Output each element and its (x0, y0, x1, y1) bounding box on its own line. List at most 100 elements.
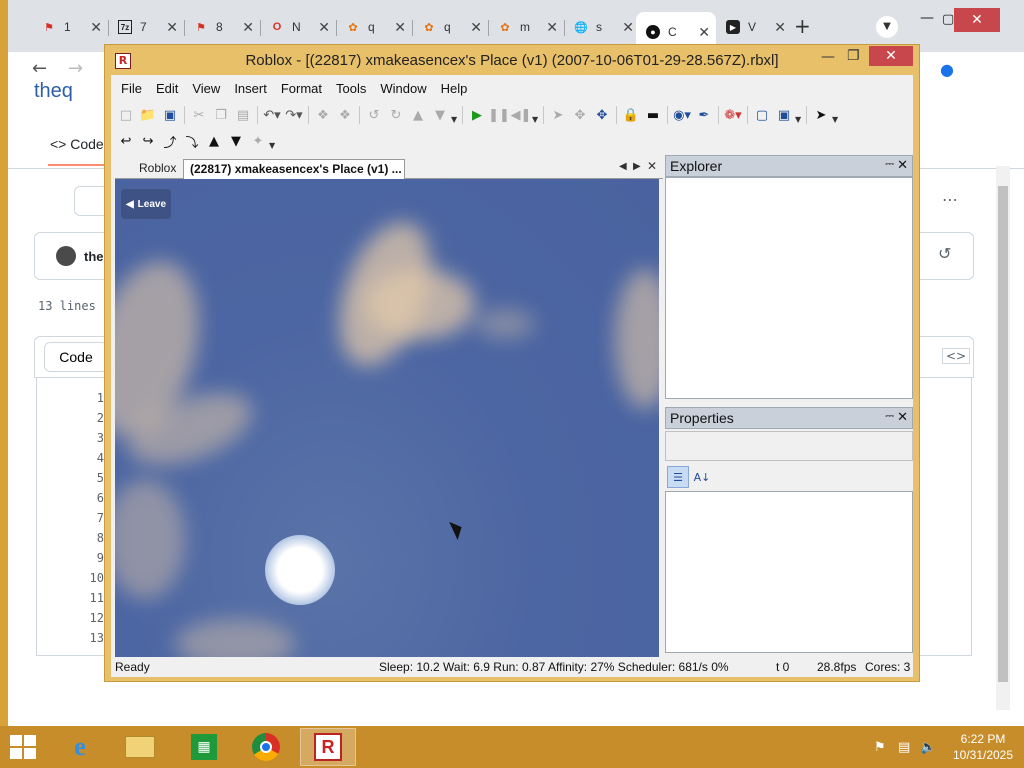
video-record-icon[interactable]: ▣ (773, 105, 795, 125)
game-viewport[interactable]: ◀ Leave (115, 179, 659, 657)
ruler-icon[interactable]: ▬ (642, 105, 664, 125)
volume-muted-icon[interactable]: 🔈 (920, 740, 936, 755)
play-icon[interactable]: ▶ (466, 105, 488, 125)
pin-icon[interactable]: ⎓ (885, 158, 894, 171)
close-icon[interactable]: ✕ (90, 19, 102, 36)
material-icon[interactable]: ❁▾ (722, 105, 744, 125)
close-icon[interactable]: ✕ (394, 19, 406, 36)
roblox-icon[interactable]: R (300, 728, 356, 766)
history-icon[interactable]: ↺ (938, 244, 951, 263)
new-tab-button[interactable]: + (794, 14, 811, 38)
repo-owner-link[interactable]: theq (34, 80, 73, 103)
lock-icon[interactable]: 🔒 (620, 105, 642, 125)
zoom-in-icon[interactable]: ▲ (203, 131, 225, 151)
ungroup-icon[interactable]: ❖ (334, 105, 356, 125)
flag-icon[interactable]: ⚑ (874, 740, 886, 755)
select-tool-icon[interactable]: ➤ (547, 105, 569, 125)
rotate-left-icon[interactable]: ↺ (363, 105, 385, 125)
move-down-icon[interactable]: ▼ (429, 105, 451, 125)
chrome-icon[interactable] (238, 728, 294, 766)
tilt-up-icon[interactable]: ⤴ (159, 131, 181, 151)
zoom-extents-icon[interactable]: ✦ (247, 131, 269, 151)
screenshot-icon[interactable]: ▢ (751, 105, 773, 125)
minimize-icon[interactable]: — (920, 10, 934, 26)
close-icon[interactable]: ✕ (897, 409, 908, 425)
leave-button[interactable]: ◀ Leave (121, 189, 171, 219)
tab-next-icon[interactable]: ▶ (633, 161, 641, 172)
close-icon[interactable]: ✕ (318, 19, 330, 36)
move-up-icon[interactable]: ▲ (407, 105, 429, 125)
explorer-tree[interactable] (665, 177, 913, 399)
code-view-button[interactable]: Code (44, 342, 108, 372)
close-icon[interactable]: ✕ (546, 19, 558, 36)
tab-search-icon[interactable]: ▼ (876, 16, 898, 38)
browser-close-button[interactable]: ✕ (954, 8, 1000, 32)
menu-edit[interactable]: Edit (156, 81, 178, 96)
toolbar-overflow-icon[interactable]: ▼ (832, 106, 840, 124)
toolbar-overflow-icon[interactable]: ▼ (532, 106, 540, 124)
properties-grid[interactable] (665, 491, 913, 653)
taskbar-clock[interactable]: 6:22 PM 10/31/2025 (948, 731, 1018, 763)
pin-icon[interactable]: ⎓ (885, 410, 894, 423)
menu-tools[interactable]: Tools (336, 81, 366, 96)
menu-help[interactable]: Help (441, 81, 468, 96)
toolbar-overflow-icon[interactable]: ▼ (451, 106, 459, 124)
move-tool-icon[interactable]: ✥ (591, 105, 613, 125)
close-icon[interactable]: ✕ (166, 19, 178, 36)
pan-right-icon[interactable]: ↪ (137, 131, 159, 151)
toolbar-overflow-icon[interactable]: ▼ (795, 106, 803, 124)
close-button[interactable]: ✕ (869, 46, 913, 66)
browser-tab-10[interactable]: ▶ V ✕ (716, 12, 792, 42)
browser-tab-5[interactable]: ✿ q ✕ (336, 12, 412, 42)
rotate-right-icon[interactable]: ↻ (385, 105, 407, 125)
dropper-icon[interactable]: ✒ (693, 105, 715, 125)
close-icon[interactable]: ✕ (897, 157, 908, 173)
forward-arrow-icon[interactable]: → (68, 58, 83, 79)
menu-insert[interactable]: Insert (234, 81, 267, 96)
pan-left-icon[interactable]: ↩ (115, 131, 137, 151)
categorized-icon[interactable]: ☰ (667, 466, 689, 488)
close-doc-icon[interactable]: ✕ (647, 159, 657, 173)
menu-format[interactable]: Format (281, 81, 322, 96)
undo-icon[interactable]: ↶▾ (261, 105, 283, 125)
file-explorer-icon[interactable] (112, 728, 168, 766)
scrollbar-thumb[interactable] (998, 186, 1008, 682)
start-button[interactable] (10, 735, 38, 759)
pointer-icon[interactable]: ➤ (810, 105, 832, 125)
back-arrow-icon[interactable]: ← (32, 58, 47, 79)
menu-file[interactable]: File (121, 81, 142, 96)
tab-place[interactable]: (22817) xmakeasencex's Place (v1) ... (183, 159, 405, 179)
symbols-icon[interactable]: <> (942, 348, 971, 364)
toolbar-overflow-icon[interactable]: ▼ (269, 132, 277, 150)
browser-tab-2[interactable]: 7z 7 ✕ (108, 12, 184, 42)
redo-icon[interactable]: ↷▾ (283, 105, 305, 125)
close-icon[interactable]: ✕ (622, 19, 634, 36)
network-icon[interactable]: ▤ (898, 740, 910, 755)
drag-tool-icon[interactable]: ✥ (569, 105, 591, 125)
copy-icon[interactable]: ❐ (210, 105, 232, 125)
internet-explorer-icon[interactable]: e (52, 728, 108, 766)
browser-tab-1[interactable]: ⚑ 1 ✕ (32, 12, 108, 42)
tab-roblox[interactable]: Roblox (139, 161, 176, 175)
zoom-out-icon[interactable]: ▼ (225, 131, 247, 151)
menu-view[interactable]: View (192, 81, 220, 96)
new-file-icon[interactable]: □ (115, 105, 137, 125)
browser-tab-6[interactable]: ✿ q ✕ (412, 12, 488, 42)
window-titlebar[interactable]: R Roblox - [(22817) xmakeasencex's Place… (105, 45, 919, 75)
close-icon[interactable]: ✕ (242, 19, 254, 36)
save-icon[interactable]: ▣ (159, 105, 181, 125)
restore-icon[interactable]: ❐ (847, 48, 860, 64)
tilt-down-icon[interactable]: ⤵ (181, 131, 203, 151)
browser-tab-3[interactable]: ⚑ 8 ✕ (184, 12, 260, 42)
browser-tab-7[interactable]: ✿ m ✕ (488, 12, 564, 42)
minimize-icon[interactable]: — (821, 49, 835, 65)
browser-tab-4[interactable]: O N ✕ (260, 12, 336, 42)
more-options-icon[interactable]: ⋯ (942, 190, 958, 209)
close-icon[interactable]: ✕ (470, 19, 482, 36)
open-folder-icon[interactable]: 📁 (137, 105, 159, 125)
close-icon[interactable]: ✕ (698, 24, 710, 41)
sort-alphabetical-icon[interactable]: A↓ (691, 466, 713, 488)
cut-icon[interactable]: ✂ (188, 105, 210, 125)
tab-prev-icon[interactable]: ◀ (619, 161, 627, 172)
browser-tab-8[interactable]: 🌐 s ✕ (564, 12, 640, 42)
